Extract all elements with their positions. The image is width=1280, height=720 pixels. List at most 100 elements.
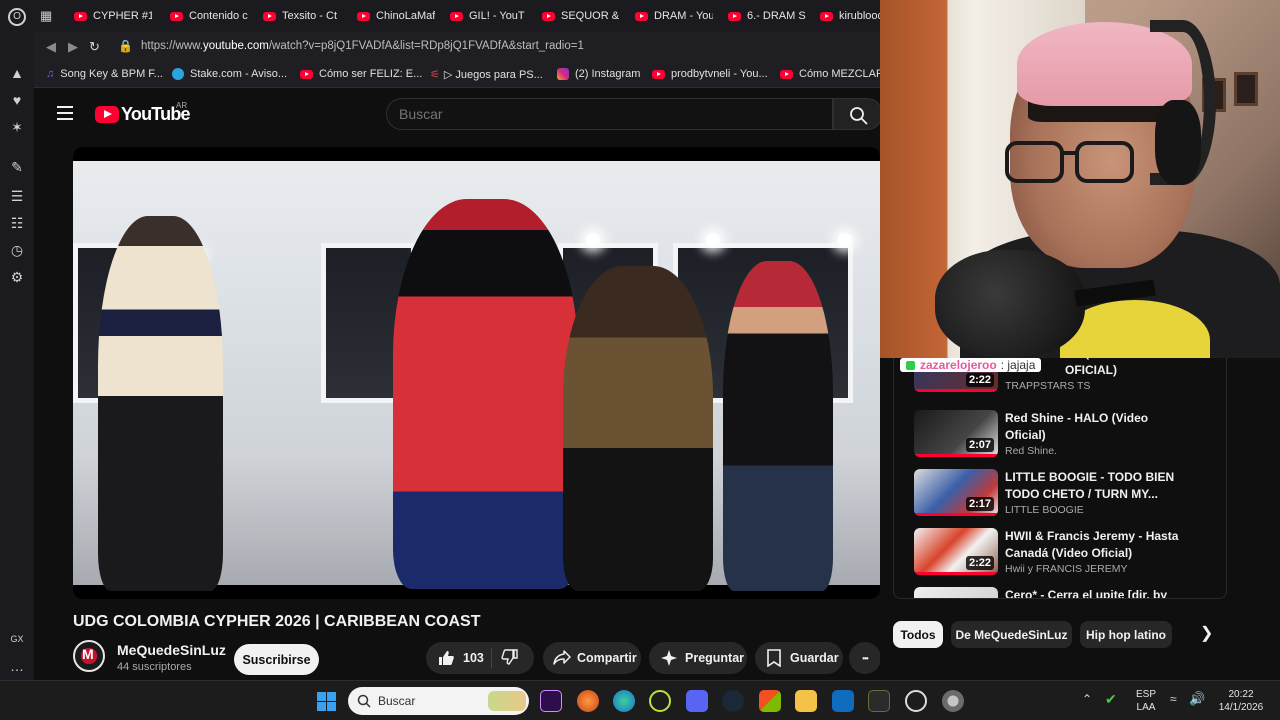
youtube-icon: [170, 11, 183, 21]
youtube-icon: [820, 11, 833, 21]
tab-item[interactable]: kirublood: [820, 8, 880, 24]
chip-hiphop[interactable]: Hip hop latino: [1080, 621, 1172, 648]
bookmark-item[interactable]: Stake.com - Aviso...: [172, 68, 287, 80]
ask-button[interactable]: Preguntar: [649, 642, 747, 674]
list-item[interactable]: 2:07 Red Shine - HALO (Video Oficial) Re…: [914, 410, 1214, 462]
chip-channel[interactable]: De MeQuedeSinLuz: [951, 621, 1072, 648]
dancer-figure: [98, 216, 223, 591]
bookmark-item[interactable]: (2) Instagram: [557, 68, 640, 80]
search-input[interactable]: [399, 106, 819, 122]
youtube-logo-icon[interactable]: [95, 106, 119, 123]
network-app-icon[interactable]: ✔: [1105, 691, 1117, 708]
country-code: AR: [176, 101, 188, 110]
url-field[interactable]: https://www.youtube.com/watch?v=p8jQ1FVA…: [141, 40, 584, 52]
gx-label[interactable]: GX: [8, 630, 26, 648]
tab-item[interactable]: 6.- DRAM S: [728, 8, 806, 24]
gx-corner-icon[interactable]: ▲: [8, 64, 26, 82]
history-icon[interactable]: ☷: [8, 214, 26, 232]
channel-name[interactable]: MeQuedeSinLuz: [117, 642, 226, 658]
headphone-earcup: [1155, 100, 1201, 185]
address-bar: ◀ ▶ ↻ 🔒 https://www.youtube.com/watch?v=…: [34, 32, 880, 63]
tab-item[interactable]: GIL! - YouT: [450, 8, 528, 24]
chat-text: : jajaja: [1000, 358, 1036, 372]
premiere-icon[interactable]: [540, 690, 562, 712]
tools-icon[interactable]: ✎: [8, 158, 26, 176]
taskbar-search[interactable]: Buscar: [348, 687, 529, 715]
recommendations-list: 2:22 1/1 (VIDEO OFICIAL) TRAPPSTARS TS 2…: [893, 358, 1227, 599]
joystick-icon: ⚟: [430, 69, 440, 81]
edge-icon[interactable]: [613, 690, 635, 712]
settings-gear-icon[interactable]: [942, 690, 964, 712]
channel-avatar[interactable]: M: [73, 640, 105, 672]
reload-icon[interactable]: ↻: [89, 39, 100, 55]
volume-icon[interactable]: 🔊: [1189, 691, 1205, 707]
youtube-icon: [728, 11, 741, 21]
bookmarks-icon[interactable]: ☰: [8, 187, 26, 205]
channel-subscriber-count: 44 suscriptores: [117, 661, 192, 673]
outlook-icon[interactable]: [832, 690, 854, 712]
video-player[interactable]: [73, 147, 880, 599]
tab-item[interactable]: DRAM - You: [635, 8, 713, 24]
more-menu-icon[interactable]: …: [8, 657, 26, 675]
clock-icon[interactable]: ◷: [8, 241, 26, 259]
list-item[interactable]: 2:17 LITTLE BOOGIE - TODO BIEN TODO CHET…: [914, 469, 1214, 521]
thumbs-down-icon: [501, 648, 518, 665]
dancer-figure: [393, 199, 578, 589]
discord-icon[interactable]: [686, 690, 708, 712]
bookmarks-bar: ♫ Song Key & BPM F... Stake.com - Aviso..…: [34, 63, 884, 88]
bookmark-item[interactable]: ♫ Song Key & BPM F...: [46, 68, 163, 80]
menu-icon[interactable]: [57, 106, 73, 120]
youtube-icon: [542, 11, 555, 21]
windows-start-icon[interactable]: [317, 692, 336, 711]
video-thumbnail: 2:17: [914, 469, 998, 516]
tab-item[interactable]: Texsito - Ct: [263, 8, 341, 24]
list-item[interactable]: Cero* - Cerra el upite [dir. by: [914, 587, 1214, 598]
like-button[interactable]: 103: [426, 648, 492, 668]
music-note-icon: ♫: [46, 68, 55, 80]
settings-icon[interactable]: ⚙: [8, 268, 26, 286]
video-thumbnail: [914, 587, 998, 598]
firefox-icon[interactable]: [577, 690, 599, 712]
language-indicator[interactable]: ESP LAA: [1131, 688, 1161, 714]
bookmark-item[interactable]: Cómo ser FELIZ: E...: [300, 68, 422, 80]
dancer-figure: [723, 261, 833, 591]
share-icon: [553, 650, 571, 665]
chevron-up-icon[interactable]: ⌃: [1082, 692, 1092, 706]
tab-item[interactable]: Contenido c: [170, 8, 248, 24]
extensions-icon[interactable]: ✶: [8, 118, 26, 136]
bookmark-item[interactable]: ⚟ ▷ Juegos para PS...: [430, 68, 543, 82]
subscribe-button[interactable]: Suscribirse: [234, 644, 319, 675]
list-item[interactable]: 2:22 HWII & Francis Jeremy - Hasta Canad…: [914, 528, 1214, 580]
chat-message: zazarelojeroo : jajaja: [900, 358, 1042, 372]
tab-item[interactable]: CYPHER #1¹: [74, 8, 152, 24]
more-actions-button[interactable]: •••: [849, 642, 880, 674]
obs-icon[interactable]: [905, 690, 927, 712]
back-icon[interactable]: ◀: [46, 39, 56, 55]
youtube-icon: [74, 11, 87, 21]
forward-icon[interactable]: ▶: [68, 39, 78, 55]
share-button[interactable]: Compartir: [543, 642, 641, 674]
webcam-overlay: [880, 0, 1280, 358]
twitch-icon[interactable]: ♥: [8, 91, 26, 109]
chip-all[interactable]: Todos: [893, 621, 943, 648]
bookmark-item[interactable]: Cómo MEZCLAR: [780, 68, 884, 80]
search-button[interactable]: [833, 98, 880, 130]
opera-logo-icon[interactable]: O: [8, 8, 26, 26]
bookmark-item[interactable]: prodbytvneli - You...: [652, 68, 768, 80]
clock[interactable]: 20:22 14/1/2026: [1212, 688, 1270, 714]
like-dislike-group: 103: [426, 642, 534, 674]
dislike-button[interactable]: [492, 648, 519, 669]
tab-item[interactable]: SEQUOR &: [542, 8, 620, 24]
call-of-duty-icon[interactable]: [868, 690, 890, 712]
store-icon[interactable]: [759, 690, 781, 712]
save-button[interactable]: Guardar: [755, 642, 843, 674]
steam-icon[interactable]: [722, 690, 744, 712]
chat-badge-icon: [906, 360, 915, 370]
chevron-right-icon[interactable]: ❯: [1200, 623, 1213, 643]
tab-workspaces-icon[interactable]: ▦: [40, 8, 64, 24]
opera-gx-icon[interactable]: [649, 690, 671, 712]
folder-icon[interactable]: [795, 690, 817, 712]
wifi-icon[interactable]: ≈: [1170, 692, 1177, 706]
tab-item[interactable]: ChinoLaMaf: [357, 8, 435, 24]
video-thumbnail: 2:07: [914, 410, 998, 457]
